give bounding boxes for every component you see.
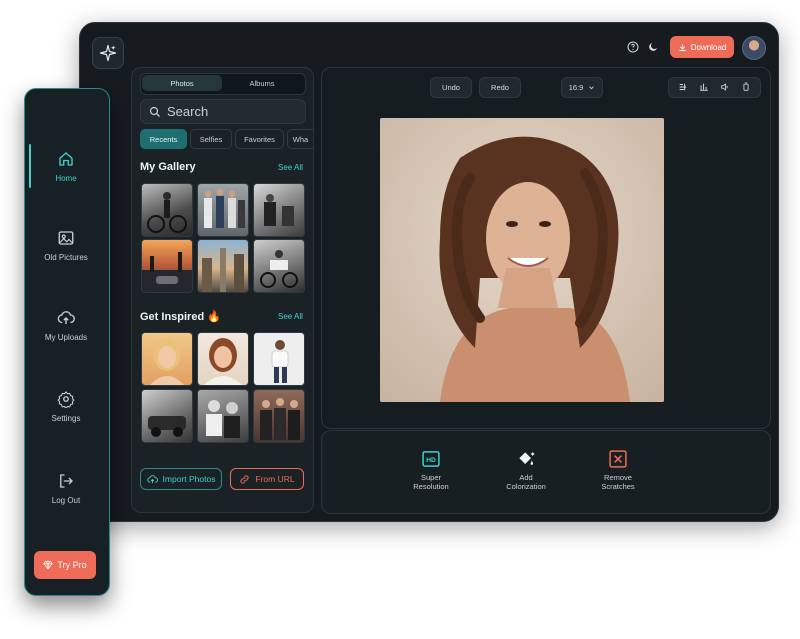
super-resolution-label: Super Resolution: [413, 473, 449, 491]
tab-albums[interactable]: Albums: [222, 75, 302, 91]
filter-selfies[interactable]: Selfies: [190, 129, 232, 149]
get-inspired-title: Get Inspired 🔥: [140, 311, 221, 323]
see-all-inspired-link[interactable]: See All: [278, 312, 303, 321]
aspect-ratio-select[interactable]: 16:9: [561, 77, 603, 98]
theme-toggle-icon[interactable]: [647, 41, 659, 53]
cloud-upload-icon: [57, 311, 75, 324]
download-icon: [679, 43, 686, 51]
from-url-button[interactable]: From URL: [230, 468, 304, 490]
gear-icon: [57, 391, 75, 408]
sidebar-item-label: Log Out: [51, 496, 81, 505]
from-url-label: From URL: [255, 474, 295, 484]
tab-photos[interactable]: Photos: [142, 75, 222, 91]
see-all-link[interactable]: See All: [278, 163, 303, 172]
sidebar-item-settings[interactable]: Settings: [24, 390, 108, 423]
inspired-thumb[interactable]: [141, 389, 193, 443]
gallery-thumb[interactable]: [253, 183, 305, 237]
sidebar-item-label: My Uploads: [44, 333, 88, 342]
download-button[interactable]: Download: [670, 36, 734, 58]
gallery-thumb[interactable]: [141, 183, 193, 237]
sidebar-item-label: Home: [55, 174, 77, 183]
undo-button[interactable]: Undo: [430, 77, 472, 98]
view-tools-group: [668, 77, 761, 98]
rotate-icon[interactable]: [741, 81, 751, 94]
redo-button[interactable]: Redo: [479, 77, 521, 98]
inspired-thumb[interactable]: [253, 389, 305, 443]
hd-icon: HD: [421, 449, 441, 469]
remove-icon: [608, 449, 628, 469]
my-gallery-title: My Gallery: [140, 161, 196, 173]
import-photos-label: Import Photos: [162, 474, 216, 484]
link-icon: [240, 474, 249, 484]
aspect-ratio-value: 16:9: [568, 83, 584, 92]
remove-scratches-label: Remove Scratches: [601, 473, 635, 491]
logout-icon: [60, 474, 73, 488]
sidebar-item-my-uploads[interactable]: My Uploads: [24, 309, 108, 342]
paint-bucket-icon: [516, 449, 536, 469]
diamond-icon: [43, 560, 53, 570]
image-icon: [58, 231, 74, 245]
search-placeholder: Search: [167, 104, 209, 119]
svg-text:HD: HD: [426, 457, 436, 464]
search-input[interactable]: Search: [140, 99, 306, 124]
inspired-thumb[interactable]: [141, 332, 193, 386]
inspired-thumb[interactable]: [197, 389, 249, 443]
download-label: Download: [690, 42, 727, 52]
sidebar-item-old-pictures[interactable]: Old Pictures: [24, 229, 108, 262]
filter-more[interactable]: Wha: [287, 129, 313, 149]
try-pro-label: Try Pro: [57, 560, 87, 570]
super-resolution-tool[interactable]: HD Super Resolution: [400, 449, 462, 491]
compare-icon[interactable]: [678, 82, 688, 94]
app-logo[interactable]: [92, 37, 124, 69]
import-photos-button[interactable]: Import Photos: [140, 468, 222, 490]
home-icon: [59, 152, 73, 166]
inspired-thumb[interactable]: [253, 332, 305, 386]
portrait-photo: [380, 118, 664, 402]
try-pro-button[interactable]: Try Pro: [34, 551, 96, 579]
volume-icon[interactable]: [720, 82, 730, 94]
filter-favorites[interactable]: Favorites: [235, 129, 284, 149]
search-icon: [149, 106, 160, 117]
gallery-thumb[interactable]: [253, 239, 305, 293]
remove-scratches-tool[interactable]: Remove Scratches: [587, 449, 649, 491]
chevron-down-icon: [589, 86, 595, 90]
gallery-thumb[interactable]: [197, 183, 249, 237]
add-colorization-tool[interactable]: Add Colorization: [495, 449, 557, 491]
sidebar-item-label: Settings: [51, 414, 81, 423]
sidebar-item-log-out[interactable]: Log Out: [24, 472, 108, 505]
add-colorization-label: Add Colorization: [506, 473, 546, 491]
inspired-thumb[interactable]: [197, 332, 249, 386]
help-circle-icon[interactable]: [627, 41, 639, 53]
avatar[interactable]: [742, 36, 766, 60]
levels-icon[interactable]: [699, 82, 709, 94]
cloud-upload-icon: [146, 474, 158, 483]
sidebar-item-label: Old Pictures: [44, 253, 88, 262]
sparkle-icon: [99, 44, 117, 62]
filter-recents[interactable]: Recents: [140, 129, 187, 149]
sidebar-item-home[interactable]: Home: [24, 150, 108, 183]
gallery-thumb[interactable]: [141, 239, 193, 293]
gallery-thumb[interactable]: [197, 239, 249, 293]
